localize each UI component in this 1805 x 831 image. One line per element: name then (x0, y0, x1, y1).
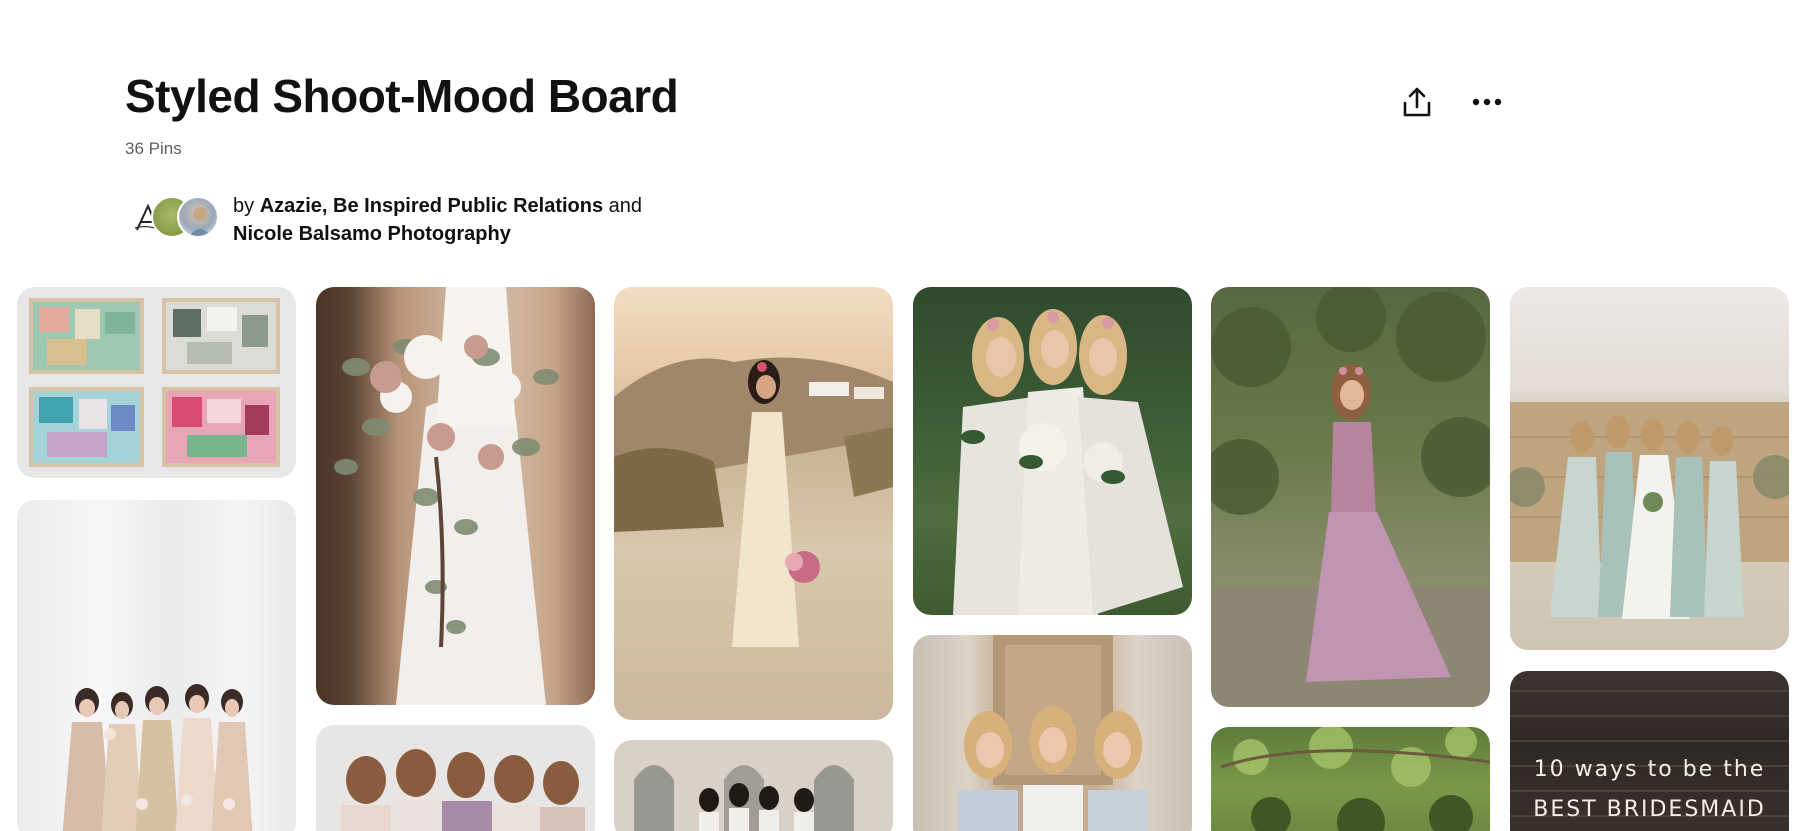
share-button[interactable] (1395, 82, 1439, 122)
pin-overlay-text: 10 ways to be the (1533, 757, 1766, 782)
bridesmaids-neutral-image (62, 684, 253, 831)
avatar[interactable] (177, 196, 219, 238)
board-title: Styled Shoot-Mood Board (125, 70, 679, 122)
and-word: and (608, 195, 643, 217)
more-icon (1472, 98, 1502, 106)
pin-card[interactable] (913, 287, 1192, 615)
mood-board-collage-image (29, 298, 280, 467)
pin-card[interactable] (913, 635, 1192, 831)
pin-overlay-text: BEST BRIDESMAID (1533, 797, 1766, 822)
collaborators: by Azazie, Be Inspired Public Relations … (125, 192, 825, 252)
bouquet-closeup-image (334, 287, 559, 705)
board-header: Styled Shoot-Mood Board 36 Pins by Azazi… (0, 0, 1805, 280)
more-button[interactable] (1465, 82, 1509, 122)
pin-card[interactable] (17, 287, 296, 478)
pin-card[interactable] (316, 287, 595, 705)
greenery-image (1220, 727, 1490, 831)
by-prefix: by (233, 195, 255, 217)
pin-card[interactable] (316, 725, 595, 831)
pin-card[interactable] (1211, 287, 1490, 707)
collaborator-link[interactable]: Azazie, Be Inspired Public Relations (260, 195, 603, 217)
bridal-party-stone-wall-image (1510, 402, 1789, 619)
collaborator-link[interactable]: Nicole Balsamo Photography (233, 223, 511, 245)
pin-card[interactable] (1510, 287, 1789, 650)
bridesmaids-pastel-image (958, 635, 1148, 831)
bridesmaids-flower-crowns-image (953, 309, 1183, 615)
share-icon (1403, 87, 1431, 117)
pin-card[interactable] (1211, 727, 1490, 831)
bridesmaid-mauve-dress-image (1211, 287, 1490, 707)
collaborator-text: by Azazie, Be Inspired Public Relations … (233, 192, 642, 248)
pin-card[interactable] (17, 500, 296, 831)
bridesmaids-back-image (341, 749, 585, 831)
bride-on-path-image (614, 357, 893, 647)
pin-card[interactable] (614, 287, 893, 720)
pin-card[interactable] (614, 740, 893, 831)
pin-card[interactable]: 10 ways to be the BEST BRIDESMAID (1510, 671, 1789, 831)
bridal-party-arches-image (634, 765, 854, 831)
board-actions (1395, 82, 1505, 122)
pin-count: 36 Pins (125, 139, 182, 158)
collaborator-avatars[interactable] (125, 196, 221, 240)
